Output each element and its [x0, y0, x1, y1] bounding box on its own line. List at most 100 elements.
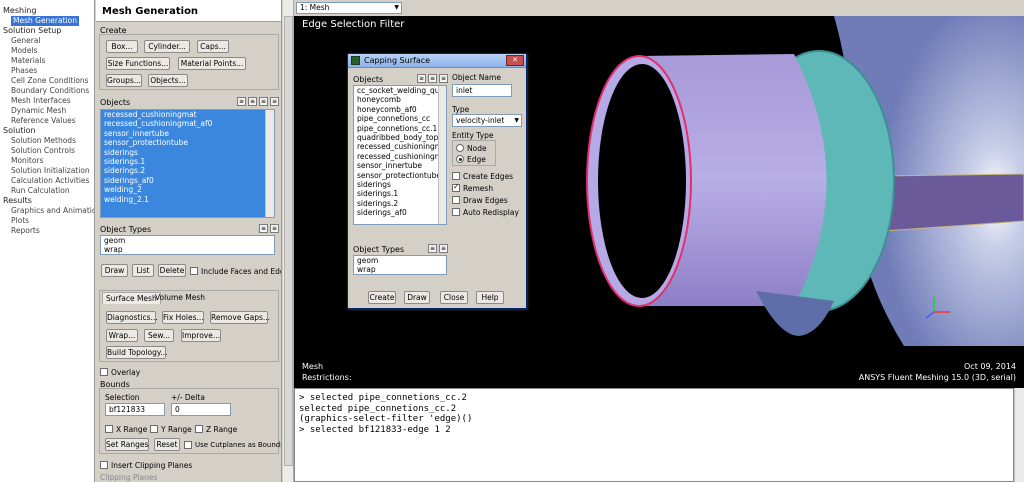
caps-button[interactable]: Caps... [197, 40, 229, 53]
sew-button[interactable]: Sew... [144, 329, 174, 342]
select-all-icon[interactable]: ≥ [237, 97, 246, 106]
cylinder-button[interactable]: Cylinder... [144, 40, 190, 53]
edge-radio[interactable] [456, 155, 464, 163]
x-range-checkbox[interactable] [105, 425, 113, 433]
list-item[interactable]: recessed_cushioningmat_ [354, 152, 446, 161]
list-item[interactable]: sensor_protectiontube [101, 138, 274, 147]
panel-scrollbar[interactable] [283, 0, 294, 482]
list-item[interactable]: sensor_protectiontube [354, 171, 446, 180]
select-all-icon[interactable]: ≥ [417, 74, 426, 83]
list-item[interactable]: geom [101, 236, 274, 245]
list-item[interactable]: siderings_af0 [354, 208, 446, 217]
insert-clipping-checkbox[interactable] [100, 461, 108, 469]
nav-section-solution[interactable]: Solution [3, 126, 94, 136]
nav-item[interactable]: Monitors [3, 156, 94, 166]
select-all-types-icon[interactable]: ≡ [428, 244, 437, 253]
deselect-all-icon[interactable]: ≡ [248, 97, 257, 106]
node-radio[interactable] [456, 144, 464, 152]
close-icon[interactable]: ✕ [506, 55, 524, 66]
remesh-checkbox[interactable] [452, 182, 460, 192]
deselect-all-icon[interactable]: ≡ [428, 74, 437, 83]
groups-button[interactable]: Groups... [106, 74, 142, 87]
draw-edges-checkbox[interactable] [452, 196, 460, 204]
list-item[interactable]: welding_2.1 [101, 195, 274, 204]
include-faces-edges-checkbox[interactable] [190, 267, 198, 275]
size-functions-button[interactable]: Size Functions... [106, 57, 170, 70]
object-types-list[interactable]: geom wrap [100, 235, 275, 255]
view-selector[interactable]: 1: Mesh ▼ [296, 2, 402, 14]
deselect-types-icon[interactable]: ≡ [270, 224, 279, 233]
list-item[interactable]: wrap [354, 265, 446, 274]
nav-item[interactable]: Reports [3, 226, 94, 236]
nav-section-results[interactable]: Results [3, 196, 94, 206]
selection-field[interactable]: bf121833 [105, 403, 165, 416]
nav-section-meshing[interactable]: Meshing [3, 6, 94, 16]
dialog-objects-list[interactable]: cc_socket_welding_quilt_ honeycomb honey… [353, 85, 447, 225]
nav-item[interactable]: Solution Methods [3, 136, 94, 146]
nav-item[interactable]: Models [3, 46, 94, 56]
z-range-checkbox[interactable] [195, 425, 203, 433]
console-output[interactable]: > selected pipe_connetions_cc.2 selected … [294, 388, 1014, 482]
nav-item[interactable]: Run Calculation [3, 186, 94, 196]
material-points-button[interactable]: Material Points... [178, 57, 246, 70]
improve-button[interactable]: Improve... [181, 329, 221, 342]
objects-list[interactable]: recessed_cushioningmat recessed_cushioni… [100, 109, 275, 218]
type-dropdown[interactable]: velocity-inlet ▼ [452, 114, 522, 127]
dialog-close-button[interactable]: Close [440, 291, 468, 304]
deselect-types-icon[interactable]: ≡ [439, 244, 448, 253]
create-button[interactable]: Create [368, 291, 396, 304]
list-item[interactable]: sensor_innertube [101, 129, 274, 138]
delete-button[interactable]: Delete [158, 264, 186, 277]
dialog-draw-button[interactable]: Draw [404, 291, 430, 304]
nav-item[interactable]: Reference Values [3, 116, 94, 126]
dialog-list-scrollbar[interactable] [438, 86, 446, 224]
list-item[interactable]: honeycomb_af0 [354, 105, 446, 114]
sort-icon[interactable]: ≡ [270, 97, 279, 106]
nav-item[interactable]: Cell Zone Conditions [3, 76, 94, 86]
nav-item[interactable]: Graphics and Animations [3, 206, 94, 216]
nav-item[interactable]: Calculation Activities [3, 176, 94, 186]
nav-section-solution-setup[interactable]: Solution Setup [3, 26, 94, 36]
list-item[interactable]: siderings_af0 [101, 176, 274, 185]
nav-item[interactable]: General [3, 36, 94, 46]
filter-icon[interactable]: ≡ [259, 97, 268, 106]
overlay-checkbox[interactable] [100, 368, 108, 376]
dialog-object-types-list[interactable]: geom wrap [353, 255, 447, 275]
objects-button[interactable]: Objects... [148, 74, 188, 87]
object-name-field[interactable]: inlet [452, 84, 512, 97]
nav-item[interactable]: Boundary Conditions [3, 86, 94, 96]
list-item[interactable]: geom [354, 256, 446, 265]
build-topology-button[interactable]: Build Topology... [106, 346, 167, 359]
list-item[interactable]: recessed_cushioningmat_af0 [101, 119, 274, 128]
list-item[interactable]: recessed_cushioningmat [101, 110, 274, 119]
y-range-checkbox[interactable] [150, 425, 158, 433]
diagnostics-button[interactable]: Diagnostics... [106, 311, 158, 324]
delta-field[interactable]: 0 [171, 403, 231, 416]
fix-holes-button[interactable]: Fix Holes... [162, 311, 204, 324]
nav-item[interactable]: Solution Initialization [3, 166, 94, 176]
remove-gaps-button[interactable]: Remove Gaps... [210, 311, 270, 324]
auto-redisplay-checkbox[interactable] [452, 208, 460, 216]
objects-list-scrollbar[interactable] [265, 110, 274, 217]
set-ranges-button[interactable]: Set Ranges [105, 438, 149, 451]
nav-item[interactable]: Materials [3, 56, 94, 66]
list-item[interactable]: siderings.1 [354, 189, 446, 198]
list-item[interactable]: siderings.2 [354, 199, 446, 208]
list-item[interactable]: pipe_connetions_cc [354, 114, 446, 123]
use-cutplanes-checkbox[interactable] [184, 441, 192, 449]
wrap-button[interactable]: Wrap... [106, 329, 138, 342]
list-item[interactable]: honeycomb [354, 95, 446, 104]
nav-item[interactable]: Dynamic Mesh [3, 106, 94, 116]
tab-volume-mesh[interactable]: Volume Mesh [152, 293, 208, 302]
nav-item[interactable]: Plots [3, 216, 94, 226]
nav-item[interactable]: Mesh Interfaces [3, 96, 94, 106]
help-button[interactable]: Help [476, 291, 504, 304]
console-scrollbar[interactable] [1014, 388, 1024, 482]
list-item[interactable]: recessed_cushioningmat [354, 142, 446, 151]
list-item[interactable]: cc_socket_welding_quilt_ [354, 86, 446, 95]
nav-item[interactable]: Phases [3, 66, 94, 76]
panel-scrollbar-thumb[interactable] [284, 16, 293, 466]
list-item[interactable]: sensor_innertube [354, 161, 446, 170]
box-button[interactable]: Box... [106, 40, 138, 53]
list-item[interactable]: siderings [101, 148, 274, 157]
